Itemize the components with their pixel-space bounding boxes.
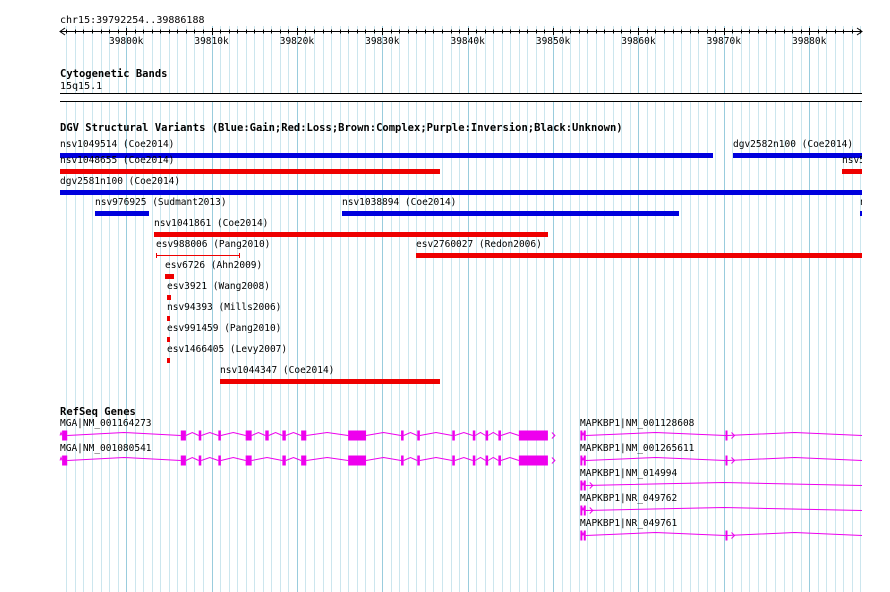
genome-browser-view: chr15:39792254..39886188 39800k 39810k 398…: [0, 0, 890, 592]
dgv-feature-bar[interactable]: [167, 316, 170, 321]
dgv-feature-label: esv3921 (Wang2008): [167, 281, 270, 292]
intron-line: [727, 431, 863, 436]
dgv-feature-label: esv1466405 (Levy2007): [167, 344, 288, 355]
dgv-feature-bar[interactable]: [220, 379, 440, 384]
refseq-track-title: RefSeq Genes: [60, 406, 136, 418]
intron-line: [585, 506, 863, 511]
intron-line: [585, 431, 726, 436]
dgv-feature-bar[interactable]: [167, 337, 170, 342]
intron-line: [581, 507, 585, 511]
intron-line: [585, 481, 863, 486]
dgv-feature-label: esv6726 (Ahn2009): [165, 260, 263, 271]
exon-block[interactable]: [580, 430, 583, 441]
dgv-feature-bar[interactable]: [167, 295, 171, 300]
dgv-feature-label: esv2760027 (Redon2006): [416, 239, 542, 250]
exon-block[interactable]: [583, 455, 586, 466]
dgv-feature-bar[interactable]: [165, 274, 174, 279]
ruler[interactable]: 39800k 39810k 39820k 39830k 39840k 39850k 3986…: [0, 26, 890, 48]
transcript-model[interactable]: [0, 429, 890, 443]
dgv-track-title: DGV Structural Variants (Blue:Gain;Red:L…: [60, 122, 623, 134]
exon-block[interactable]: [725, 455, 728, 466]
intron-line: [581, 482, 585, 486]
dgv-feature-label: nsv1038894 (Coe2014): [342, 197, 457, 208]
intron-line: [581, 532, 585, 536]
exon-block[interactable]: [583, 480, 586, 491]
dgv-feature-label: dgv2582n100 (Coe2014): [733, 139, 854, 150]
dgv-feature-bar[interactable]: [95, 211, 149, 216]
dgv-feature-label: nsv94393 (Mills2006): [167, 302, 282, 313]
cytoband-track-title: Cytogenetic Bands: [60, 68, 168, 80]
dgv-feature-label: nsv1044347 (Coe2014): [220, 365, 335, 376]
exon-block[interactable]: [580, 480, 583, 491]
intron-line: [585, 456, 726, 461]
ruler-tick-label: 39800k: [109, 36, 144, 47]
dgv-feature-bar[interactable]: [842, 169, 862, 174]
exon-block[interactable]: [580, 455, 583, 466]
exon-block[interactable]: [725, 430, 728, 441]
dgv-feature-bar[interactable]: [60, 190, 862, 195]
dgv-feature-bar[interactable]: [416, 253, 862, 258]
exon-block[interactable]: [583, 530, 586, 541]
transcript-model[interactable]: [0, 454, 890, 468]
ruler-tick-label: 39860k: [621, 36, 656, 47]
dgv-feature-bar[interactable]: [156, 253, 240, 258]
transcript-model[interactable]: [0, 504, 890, 518]
dgv-feature-label: nsv10: [860, 197, 862, 209]
dgv-feature-bar[interactable]: [342, 211, 679, 216]
dgv-feature-label: esv991459 (Pang2010): [167, 323, 282, 334]
dgv-feature-label: dgv2581n100 (Coe2014): [60, 176, 181, 187]
ruler-tick-label: 39840k: [450, 36, 485, 47]
ruler-tick-label: 39830k: [365, 36, 400, 47]
exon-block[interactable]: [580, 530, 583, 541]
ruler-tick-label: 39870k: [707, 36, 742, 47]
dgv-feature-bar[interactable]: [60, 169, 440, 174]
ruler-tick-label: 39820k: [280, 36, 315, 47]
dgv-feature-label: nsv51763: [842, 155, 862, 166]
intron-line: [585, 531, 726, 536]
transcript-model[interactable]: [0, 479, 890, 493]
ruler-tick-label: 39850k: [536, 36, 571, 47]
exon-block[interactable]: [580, 505, 583, 516]
intron-line: [581, 457, 585, 461]
dgv-feature-label: nsv1049514 (Coe2014): [60, 139, 175, 150]
dgv-feature-label: nsv1041861 (Coe2014): [154, 218, 269, 229]
exon-block[interactable]: [725, 530, 728, 541]
intron-line: [727, 456, 863, 461]
exon-block[interactable]: [583, 505, 586, 516]
ruler-tick-label: 39810k: [194, 36, 229, 47]
dgv-feature-label: nsv1048655 (Coe2014): [60, 155, 175, 166]
dgv-feature-bar[interactable]: [860, 211, 862, 216]
dgv-feature-label: esv988006 (Pang2010): [156, 239, 271, 250]
intron-line: [727, 531, 863, 536]
dgv-feature-bar[interactable]: [154, 232, 548, 237]
intron-line: [581, 432, 585, 436]
cytoband-label: 15q15.1: [60, 81, 103, 92]
dgv-feature-bar[interactable]: [167, 358, 170, 363]
exon-block[interactable]: [583, 430, 586, 441]
dgv-feature-label: nsv976925 (Sudmant2013): [95, 197, 227, 208]
cytoband-bar[interactable]: [60, 93, 862, 102]
ruler-tick-label: 39880k: [792, 36, 827, 47]
transcript-model[interactable]: [0, 529, 890, 543]
